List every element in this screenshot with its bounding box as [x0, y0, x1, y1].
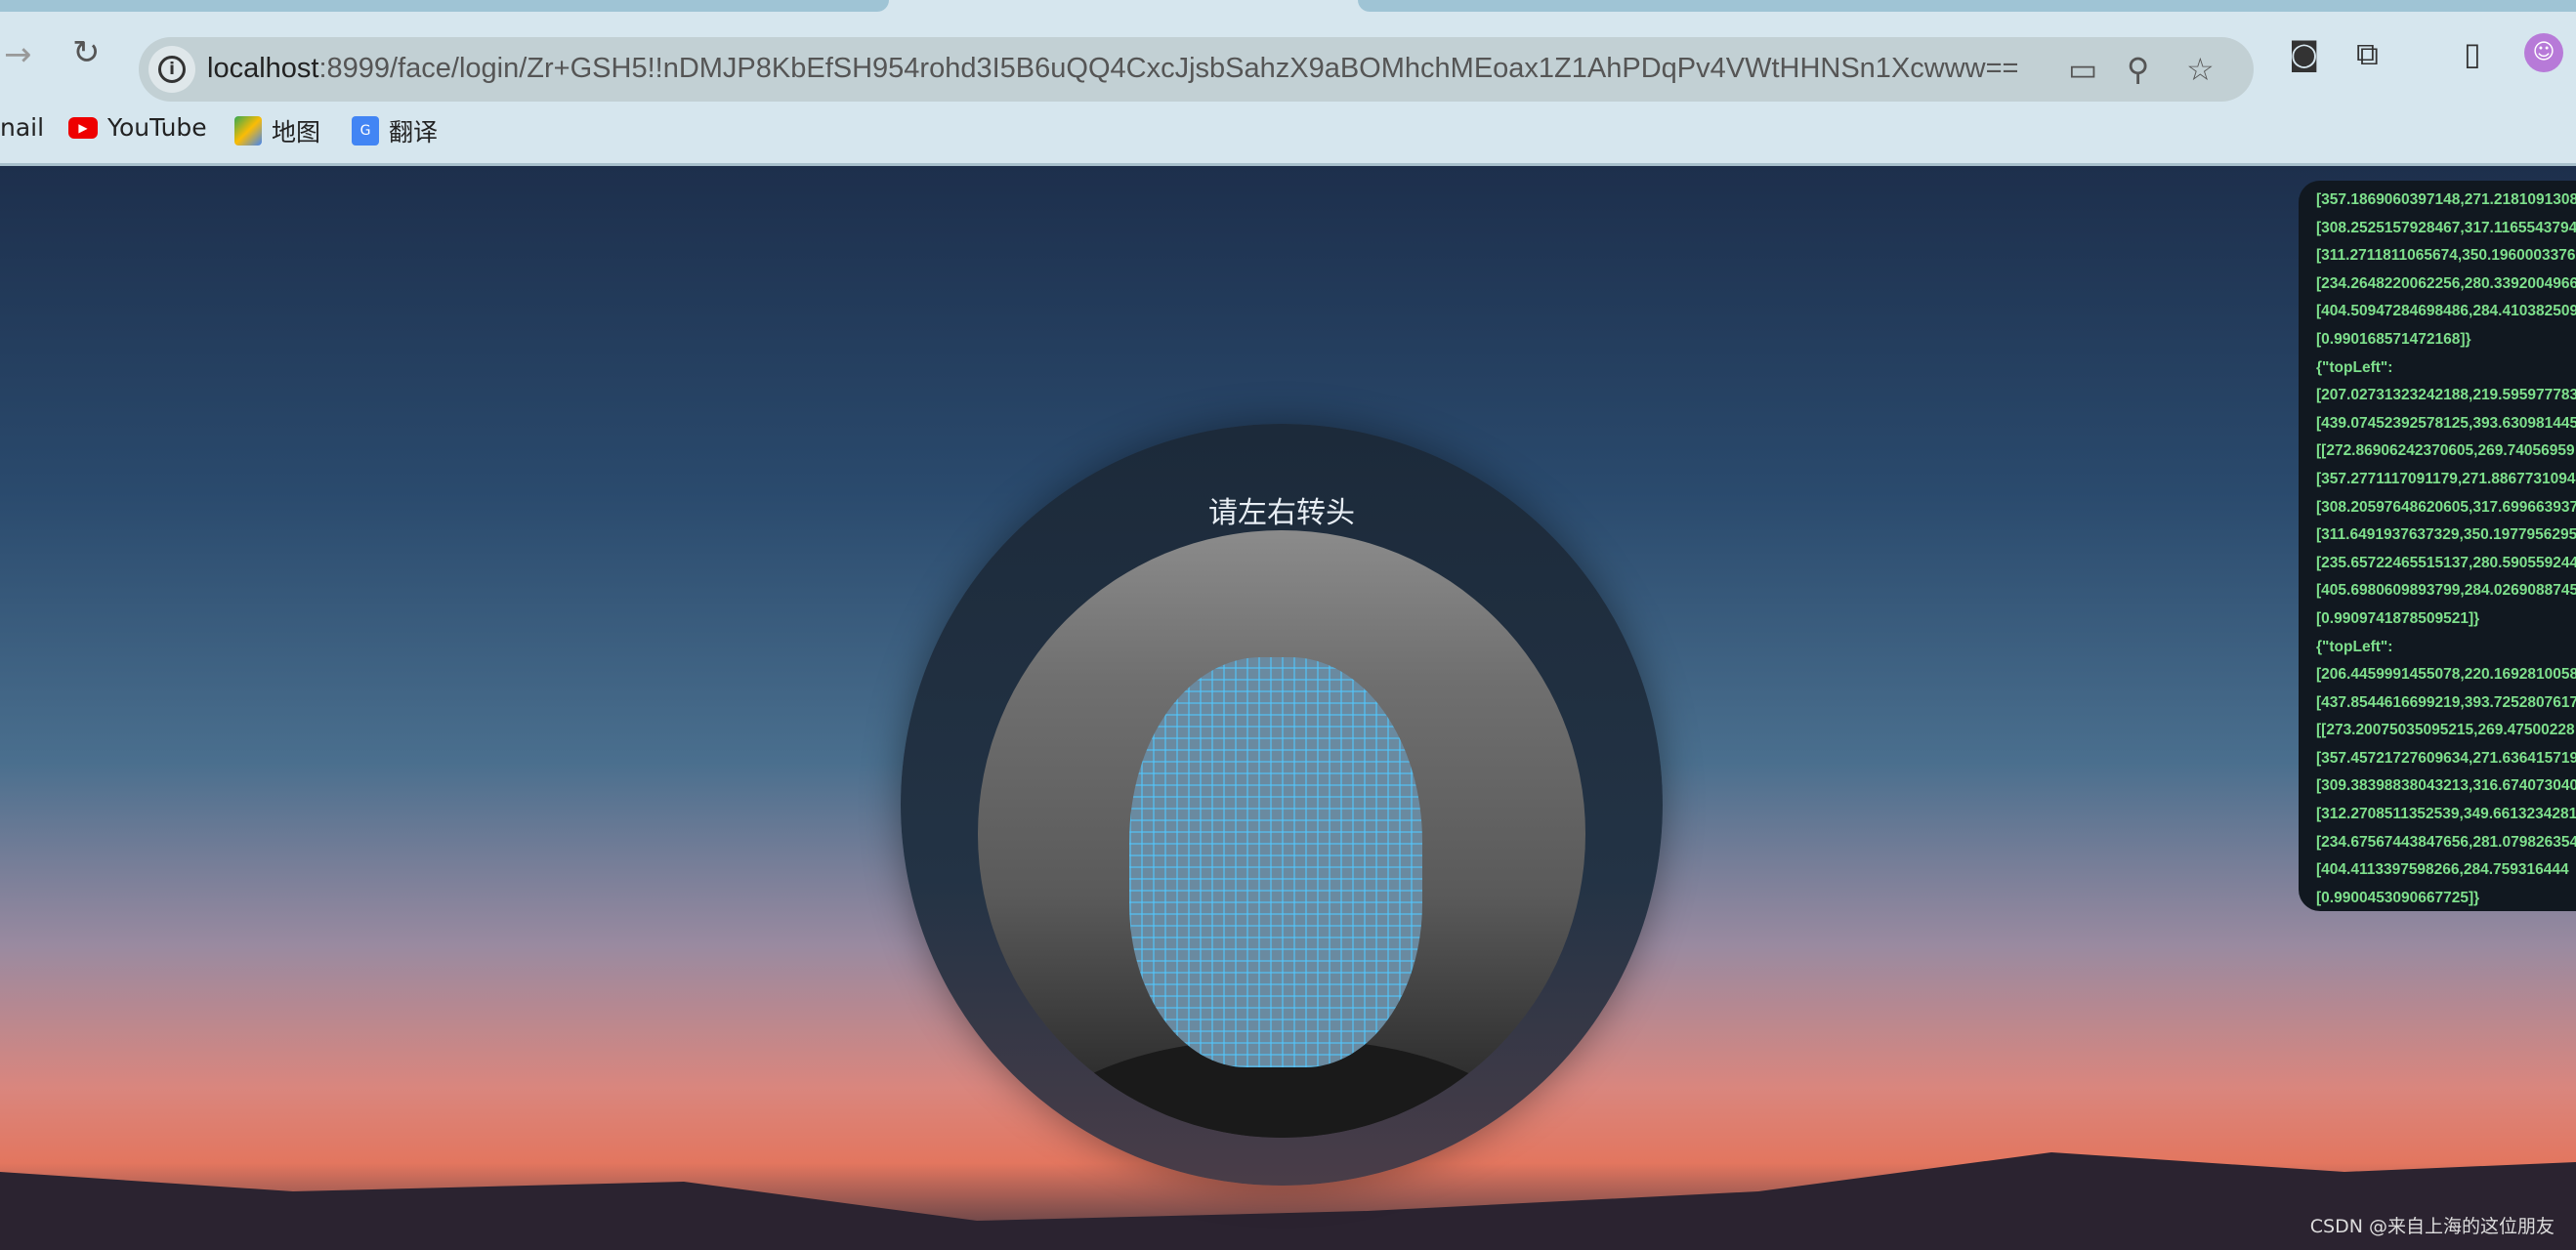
bookmark-youtube[interactable]: ▶ YouTube [68, 113, 207, 142]
log-line: [357.2771117091179,271.8867731094 [2316, 470, 2576, 487]
bookmark-translate[interactable]: G 翻译 [352, 113, 438, 148]
avatar-icon[interactable]: ☺ [2524, 33, 2563, 72]
youtube-icon: ▶ [68, 116, 98, 139]
log-line: [[272.86906242370605,269.74056959 [2316, 442, 2575, 460]
camera-video [978, 530, 1585, 1138]
puzzle-icon[interactable]: ⧉ [2356, 35, 2379, 73]
log-line: {"topLeft": [2316, 358, 2393, 376]
log-line: [[273.20075035095215,269.47500228 [2316, 722, 2575, 739]
maps-icon [234, 116, 262, 146]
log-line: [0.990168571472168]} [2316, 330, 2471, 348]
url-text[interactable]: localhost:8999/face/login/Zr+GSH5!!nDMJP… [207, 53, 2018, 85]
log-line: [357.45721727609634,271.636415719 [2316, 749, 2576, 767]
log-line: [311.2711811065674,350.1960003376 [2316, 247, 2576, 265]
face-capture-ring: 请左右转头 [901, 424, 1663, 1186]
bookmark-maps[interactable]: 地图 [234, 113, 320, 148]
translate-icon: G [352, 116, 379, 146]
log-line: [357.1869060397148,271.2181091308 [2316, 191, 2576, 208]
star-icon[interactable]: ☆ [2186, 51, 2215, 88]
extension-a-icon[interactable]: ◙ [2289, 35, 2319, 72]
bookmark-label: nail [0, 113, 45, 142]
bookmark-label: 地图 [272, 118, 321, 146]
log-line: [234.67567443847656,281.079826354 [2316, 833, 2576, 851]
log-line: [0.9900453090667725]} [2316, 889, 2480, 906]
tab-strip [0, 0, 2576, 14]
face-mesh-overlay [1129, 657, 1422, 1067]
log-line: [312.2708511352539,349.6613234281 [2316, 806, 2576, 823]
forward-icon[interactable]: → [4, 35, 32, 74]
log-line: [206.4459991455078,220.1692810058 [2316, 666, 2576, 684]
log-line: [235.65722465515137,280.590559244 [2316, 554, 2576, 571]
address-bar[interactable]: i localhost:8999/face/login/Zr+GSH5!!nDM… [139, 37, 2254, 102]
zoom-icon[interactable]: ⚲ [2127, 51, 2149, 88]
watermark: CSDN @来自上海的这位朋友 [2309, 1216, 2555, 1237]
log-line: [404.4113397598266,284.759316444 [2316, 861, 2569, 879]
bookmarks-bar: nail ▶ YouTube 地图 G 翻译 [0, 102, 2576, 166]
camera-icon[interactable]: ▭ [2068, 51, 2097, 88]
log-line: [439.07452392578125,393.630981445 [2316, 414, 2576, 432]
log-line: [404.50947284698486,284.410382509 [2316, 303, 2576, 320]
face-login-page: 请左右转头 [357.1869060397148,271.2181091308[… [0, 166, 2576, 1250]
log-line: [405.6980609893799,284.0269088745 [2316, 582, 2576, 600]
reload-icon[interactable]: ↻ [72, 33, 101, 72]
log-line: [309.38398838043213,316.674073040 [2316, 777, 2576, 795]
log-line: [0.9909741878509521]} [2316, 609, 2480, 627]
bookmark-label: 翻译 [389, 118, 439, 146]
log-line: [311.6491937637329,350.1977956295 [2316, 526, 2576, 544]
tab-active[interactable] [0, 0, 889, 12]
tab-inactive[interactable] [1358, 0, 2576, 12]
log-line: [437.8544616699219,393.7252807617 [2316, 693, 2576, 711]
info-icon[interactable]: i [148, 46, 195, 93]
prompt-text: 请左右转头 [1208, 496, 1355, 530]
bookmark-label: YouTube [107, 113, 207, 142]
browser-toolbar: → ↻ i localhost:8999/face/login/Zr+GSH5!… [0, 14, 2576, 102]
face-detection-log[interactable]: [357.1869060397148,271.2181091308 [308.25… [2299, 181, 2576, 911]
log-line: [308.2525157928467,317.1165543794 [2316, 219, 2576, 236]
bookmark-gmail[interactable]: nail [0, 113, 44, 142]
log-line: [234.2648220062256,280.3392004966 [2316, 274, 2576, 292]
log-line: [207.02731323242188,219.595977783 [2316, 387, 2576, 404]
sidepanel-icon[interactable]: ▯ [2464, 35, 2481, 72]
log-line: [308.20597648620605,317.699663937 [2316, 498, 2576, 516]
log-line: {"topLeft": [2316, 638, 2393, 655]
